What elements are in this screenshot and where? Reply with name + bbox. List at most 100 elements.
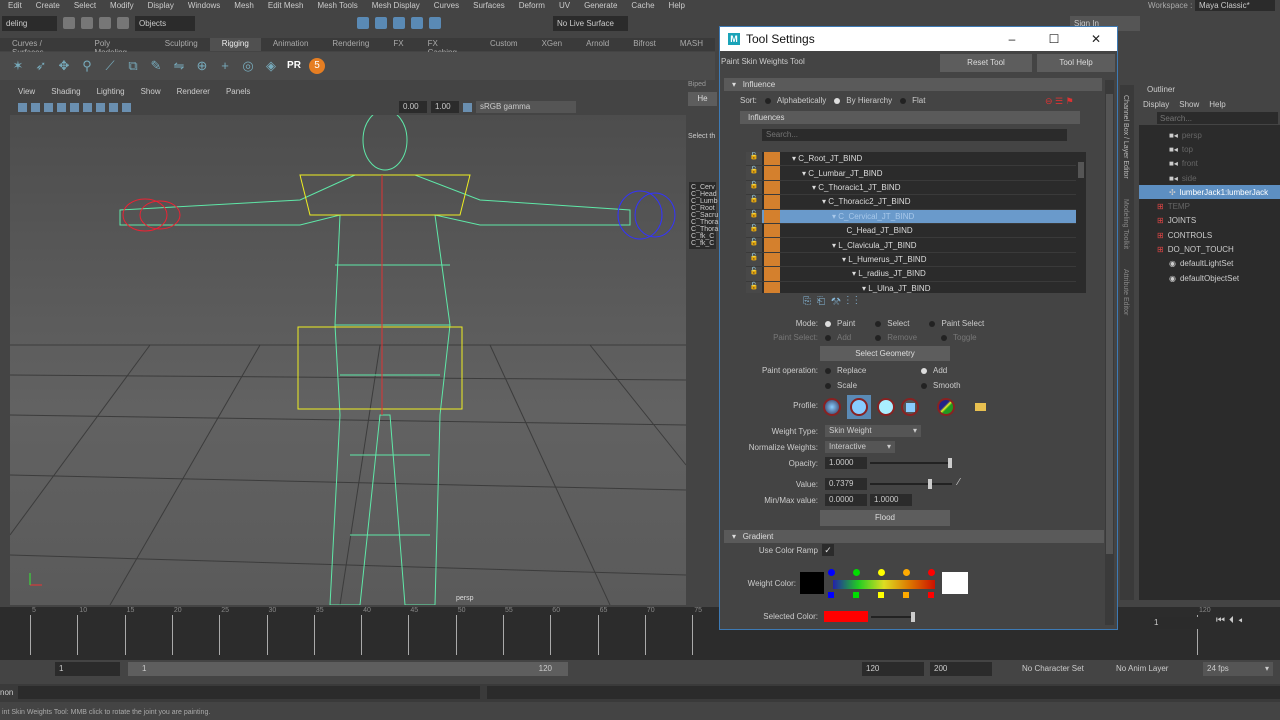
influence-search-input[interactable] <box>762 129 1067 141</box>
bind-skin-icon[interactable]: ⧉ <box>125 58 141 74</box>
menu-modify[interactable]: Modify <box>110 1 134 10</box>
menu-display[interactable]: Display <box>148 1 174 10</box>
lock-icon[interactable]: 🔓 <box>746 195 762 209</box>
min-value-field[interactable]: 0.0000 <box>825 494 867 506</box>
lock-icon[interactable]: 🔓 <box>746 166 762 180</box>
shelf-tab-rendering[interactable]: Rendering <box>320 38 381 51</box>
menu-mesh-tools[interactable]: Mesh Tools <box>317 1 357 10</box>
anim-layer-dropdown[interactable]: No Anim Layer <box>1116 664 1168 673</box>
lock-icon[interactable]: 🔓 <box>746 267 762 281</box>
color-management-icon[interactable] <box>463 102 472 112</box>
solid-brush-icon[interactable] <box>877 398 895 416</box>
biped-help-button[interactable]: He <box>688 92 717 106</box>
attribute-editor-tab[interactable]: Attribute Editor <box>1120 259 1131 325</box>
sort-by-hierarchy[interactable]: By Hierarchy <box>834 96 892 105</box>
shaded-icon[interactable] <box>83 102 92 112</box>
ramp-stop-handle[interactable] <box>878 569 885 576</box>
biped-list-item[interactable]: C_Sacru <box>691 212 718 219</box>
influence-row[interactable]: 🔓 ▾ C_Thoracic2_JT_BIND <box>746 195 1076 210</box>
exposure-field[interactable]: 0.00 <box>399 101 427 113</box>
flood-button[interactable]: Flood <box>820 510 950 526</box>
viewport-menu-panels[interactable]: Panels <box>226 87 250 100</box>
playback-controls[interactable]: ⏮⏴◂ <box>1216 615 1247 626</box>
command-input[interactable] <box>18 686 480 699</box>
outliner-item[interactable]: ⊞ CONTROLS <box>1139 228 1280 242</box>
locator-icon[interactable]: + <box>217 58 233 74</box>
viewport-persp[interactable]: persp <box>10 115 686 605</box>
menu-surfaces[interactable]: Surfaces <box>473 1 505 10</box>
outliner-item[interactable]: ■◂ persp <box>1139 128 1280 142</box>
influence-row[interactable]: 🔓 ▾ L_Clavicula_JT_BIND <box>746 238 1076 253</box>
menu-cache[interactable]: Cache <box>631 1 654 10</box>
influence-color-swatch[interactable] <box>764 238 780 252</box>
snap-curve-icon[interactable] <box>375 17 387 29</box>
square-brush-icon[interactable] <box>901 398 919 416</box>
lock-icon[interactable]: 🔓 <box>746 223 762 238</box>
outliner-menu-display[interactable]: Display <box>1143 100 1169 109</box>
new-scene-icon[interactable] <box>63 17 75 29</box>
menu-deform[interactable]: Deform <box>519 1 545 10</box>
biped-list-item[interactable]: C_Thora <box>691 226 718 233</box>
weight-color-max-swatch[interactable] <box>942 572 968 594</box>
shelf-tab-fx-caching[interactable]: FX Caching <box>416 38 478 57</box>
shadows-icon[interactable] <box>122 102 131 112</box>
outliner-item[interactable]: ◉ defaultLightSet <box>1139 257 1280 271</box>
influence-row[interactable]: 🔓 ▾ C_Thoracic1_JT_BIND <box>746 180 1076 196</box>
normalize-weights-dropdown[interactable]: Interactive ▾ <box>825 441 895 453</box>
grid-icon[interactable] <box>57 102 66 112</box>
influence-color-swatch[interactable] <box>764 252 780 267</box>
tree-scrollbar[interactable] <box>1076 152 1086 293</box>
viewport-menu-lighting[interactable]: Lighting <box>97 87 125 100</box>
shelf-tab-mash[interactable]: MASH <box>668 38 715 51</box>
influence-color-swatch[interactable] <box>764 223 780 238</box>
paint-op-scale[interactable]: Scale <box>825 381 921 390</box>
shelf-tab-sculpting[interactable]: Sculpting <box>153 38 210 51</box>
paint-op-add[interactable]: Add <box>921 366 981 375</box>
menu-generate[interactable]: Generate <box>584 1 617 10</box>
ramp-stop-handle[interactable] <box>928 569 935 576</box>
ramp-stop-handle[interactable] <box>828 569 835 576</box>
open-scene-icon[interactable] <box>81 17 93 29</box>
character-set-dropdown[interactable]: No Character Set <box>1022 664 1084 673</box>
outliner-menu-help[interactable]: Help <box>1209 100 1225 109</box>
shelf-tab-bifrost[interactable]: Bifrost <box>621 38 668 51</box>
close-button[interactable]: ✕ <box>1075 32 1117 46</box>
use-color-ramp-checkbox[interactable]: ✓ <box>822 544 834 556</box>
lock-icon[interactable]: 🔓 <box>746 281 762 293</box>
selected-color-slider[interactable] <box>871 612 915 622</box>
weight-color-min-swatch[interactable] <box>800 572 824 594</box>
minimize-button[interactable]: – <box>991 32 1033 46</box>
influence-section-header[interactable]: ▾ Influence <box>724 78 1102 91</box>
influence-row[interactable]: 🔓 ▾ C_Cervical_JT_BIND <box>746 209 1076 224</box>
influence-color-swatch[interactable] <box>764 166 780 180</box>
select-geometry-button[interactable]: Select Geometry <box>820 346 950 361</box>
lights-icon[interactable] <box>109 102 118 112</box>
influence-color-swatch[interactable] <box>764 180 780 195</box>
influence-row[interactable]: 🔓 ▾ C_Lumbar_JT_BIND <box>746 166 1076 181</box>
influence-row[interactable]: 🔓 ▾ C_Root_JT_BIND <box>746 152 1076 167</box>
blendshape-icon[interactable]: ◈ <box>263 58 279 74</box>
paint-select-add[interactable]: Add <box>825 333 851 342</box>
max-frame-field[interactable]: 200 <box>930 662 992 676</box>
paint-select-toggle[interactable]: Toggle <box>941 333 977 342</box>
shelf-tab-fx[interactable]: FX <box>381 38 415 51</box>
outliner-item[interactable]: ⊞ TEMP <box>1139 199 1280 213</box>
influence-row[interactable]: 🔓 ▾ L_Ulna_JT_BIND <box>746 281 1076 293</box>
outliner-item[interactable]: ✣ lumberJack1:lumberJack <box>1139 185 1280 200</box>
maximize-button[interactable]: ☐ <box>1033 32 1075 46</box>
live-surface-dropdown[interactable]: No Live Surface <box>553 15 628 31</box>
menu-help[interactable]: Help <box>669 1 685 10</box>
shelf-tab-animation[interactable]: Animation <box>261 38 321 51</box>
image-brush-icon[interactable] <box>937 398 955 416</box>
mode-select[interactable]: Select <box>875 319 909 328</box>
biped-list-item[interactable]: C_Thora <box>691 219 718 226</box>
influence-tool-icons[interactable]: ⊖ ☰ ⚑ <box>1045 96 1074 107</box>
command-language-label[interactable]: non <box>0 688 13 697</box>
snap-surface-icon[interactable] <box>429 17 441 29</box>
outliner-menu-show[interactable]: Show <box>1179 100 1199 109</box>
snap-icon[interactable] <box>357 17 369 29</box>
mode-paint-select[interactable]: Paint Select <box>929 319 984 328</box>
snap-view-icon[interactable] <box>411 17 423 29</box>
outliner-item[interactable]: ◉ defaultObjectSet <box>1139 271 1280 285</box>
ramp-stop-handle[interactable] <box>853 569 860 576</box>
